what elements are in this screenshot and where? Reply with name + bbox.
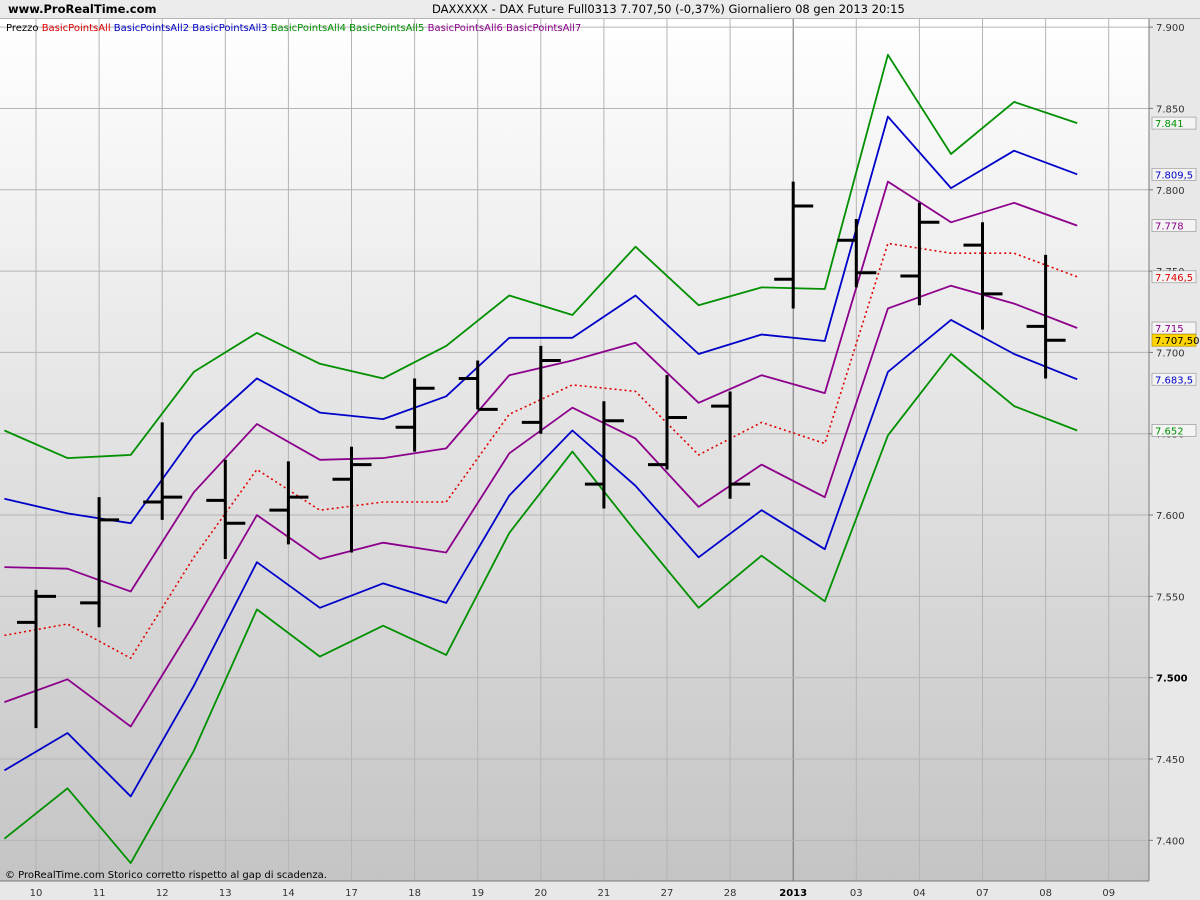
x-tick-label: 27 <box>661 888 674 899</box>
value-label-text: 7.683,5 <box>1155 375 1193 386</box>
y-tick-label: 7.900 <box>1156 23 1185 34</box>
x-tick-label: 07 <box>976 888 989 899</box>
x-tick-label: 10 <box>30 888 43 899</box>
value-label-text: 7.809,5 <box>1155 170 1193 181</box>
x-tick-label: 28 <box>724 888 737 899</box>
y-tick-label: 7.800 <box>1156 186 1185 197</box>
y-tick-label: 7.400 <box>1156 836 1185 847</box>
x-tick-label: 12 <box>156 888 169 899</box>
legend-entry: BasicPointsAll7 <box>503 23 581 34</box>
x-tick-label: 2013 <box>779 888 807 899</box>
x-tick-label: 21 <box>598 888 611 899</box>
x-tick-label: 17 <box>345 888 358 899</box>
plot-background <box>0 19 1149 881</box>
x-tick-label: 19 <box>471 888 484 899</box>
legend-entry: BasicPointsAll <box>39 23 111 34</box>
value-label-text: 7.652 <box>1155 426 1184 437</box>
y-tick-label: 7.600 <box>1156 511 1185 522</box>
x-tick-label: 14 <box>282 888 295 899</box>
y-tick-label: 7.850 <box>1156 104 1185 115</box>
legend-entry: BasicPointsAll6 <box>424 23 502 34</box>
legend: Prezzo BasicPointsAll BasicPointsAll2 Ba… <box>6 23 581 34</box>
value-label-text: 7.746,5 <box>1155 273 1193 284</box>
y-tick-label: 7.450 <box>1156 755 1185 766</box>
y-tick-label: 7.700 <box>1156 348 1185 359</box>
x-tick-label: 11 <box>93 888 106 899</box>
value-label-text: 7.715 <box>1155 324 1184 335</box>
price-chart[interactable]: 7.9007.8507.8007.7507.7007.6507.6007.550… <box>0 0 1200 900</box>
y-tick-label: 7.500 <box>1156 674 1188 685</box>
value-label-text: 7.707,50 <box>1155 336 1200 347</box>
legend-entry: BasicPointsAll3 <box>189 23 267 34</box>
y-axis-panel <box>1149 19 1200 881</box>
x-tick-label: 08 <box>1039 888 1052 899</box>
x-tick-label: 13 <box>219 888 232 899</box>
legend-entry: BasicPointsAll5 <box>346 23 424 34</box>
footer-note: © ProRealTime.com Storico corretto rispe… <box>5 870 327 881</box>
y-tick-label: 7.550 <box>1156 592 1185 603</box>
legend-entry: Prezzo <box>6 23 39 34</box>
x-tick-label: 04 <box>913 888 926 899</box>
legend-entry: BasicPointsAll2 <box>111 23 189 34</box>
value-label-text: 7.778 <box>1155 222 1184 233</box>
legend-entry: BasicPointsAll4 <box>268 23 346 34</box>
x-tick-label: 03 <box>850 888 863 899</box>
x-tick-label: 18 <box>408 888 421 899</box>
value-label-text: 7.841 <box>1155 119 1184 130</box>
x-tick-label: 20 <box>534 888 547 899</box>
x-tick-label: 09 <box>1102 888 1115 899</box>
